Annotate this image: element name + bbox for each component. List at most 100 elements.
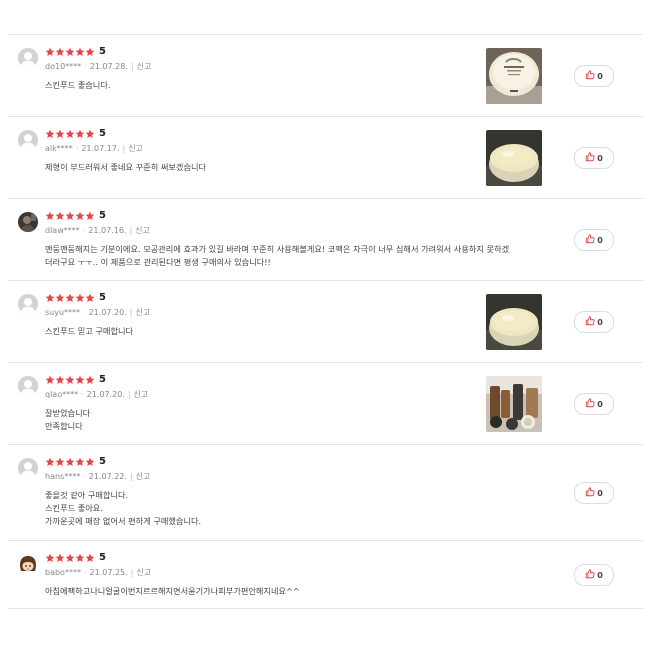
rating-score: 5 bbox=[99, 456, 106, 467]
divider: · bbox=[84, 62, 87, 71]
review-photo[interactable] bbox=[486, 130, 542, 186]
star-icon bbox=[75, 211, 85, 221]
review-text: 아침에팩하고나니얼굴이번지르르해지면서윤기가나피부가편안해지네요^^ bbox=[45, 585, 545, 598]
star-rating: 5 bbox=[45, 374, 148, 386]
review-photo[interactable] bbox=[486, 48, 542, 104]
star-icon bbox=[55, 457, 65, 467]
star-rating: 5 bbox=[45, 456, 150, 468]
reviewer-id: qlao**** bbox=[45, 390, 79, 399]
review-date: 21.07.28. bbox=[89, 62, 128, 71]
review-text-line: 스킨푸드 믿고 구매합니다 bbox=[45, 326, 134, 336]
reviewer-id: alk**** bbox=[45, 144, 73, 153]
rating-score: 5 bbox=[99, 374, 106, 385]
review-meta: 5 hans**** · 21.07.22. | 신고 bbox=[45, 456, 150, 482]
like-count: 0 bbox=[597, 488, 603, 498]
report-link[interactable]: 신고 bbox=[128, 144, 143, 153]
star-icon bbox=[45, 129, 55, 139]
star-icon bbox=[65, 47, 75, 57]
thumbs-up-icon bbox=[585, 487, 597, 499]
report-link[interactable]: 신고 bbox=[136, 472, 151, 481]
star-icon bbox=[65, 375, 75, 385]
report-link[interactable]: 신고 bbox=[137, 62, 152, 71]
star-rating: 5 bbox=[45, 128, 143, 140]
divider: | bbox=[129, 226, 133, 235]
review-date: 21.07.25. bbox=[89, 568, 128, 577]
star-icon bbox=[85, 293, 95, 303]
divider: · bbox=[83, 568, 87, 577]
rating-score: 5 bbox=[99, 128, 106, 139]
star-icon bbox=[75, 47, 85, 57]
star-icon bbox=[65, 211, 75, 221]
star-icon bbox=[55, 211, 65, 221]
star-icon bbox=[45, 47, 55, 57]
reviewer-id: do10**** bbox=[45, 62, 82, 71]
star-icon bbox=[85, 129, 95, 139]
review-date: 21.07.20. bbox=[88, 308, 127, 317]
like-count: 0 bbox=[597, 570, 603, 580]
review-userline: qlao**** · 21.07.20. | 신고 bbox=[45, 389, 148, 400]
review-userline: babo**** · 21.07.25. | 신고 bbox=[45, 567, 151, 578]
star-rating: 5 bbox=[45, 292, 150, 304]
review-userline: alk**** · 21.07.17. | 신고 bbox=[45, 143, 143, 154]
report-link[interactable]: 신고 bbox=[135, 226, 150, 235]
star-icon bbox=[45, 375, 55, 385]
rating-score: 5 bbox=[99, 552, 106, 563]
review-text: 스킨푸드 믿고 구매합니다 bbox=[45, 325, 545, 338]
review-text: 제형이 부드러워서 좋네요 꾸준히 써보겠습니다 bbox=[45, 161, 545, 174]
rating-score: 5 bbox=[99, 210, 106, 221]
divider: | bbox=[129, 472, 133, 481]
like-button[interactable]: 0 bbox=[574, 564, 614, 586]
star-rating: 5 bbox=[45, 46, 151, 58]
rating-score: 5 bbox=[99, 292, 106, 303]
like-button[interactable]: 0 bbox=[574, 229, 614, 251]
review-item: 5 babo**** · 21.07.25. | 신고 아침에팩하고나니얼굴이번지르르해… bbox=[8, 541, 643, 609]
review-date: 21.07.17. bbox=[81, 144, 120, 153]
thumbs-up-icon bbox=[585, 70, 597, 82]
review-meta: 5 dlaw**** · 21.07.16. | 신고 bbox=[45, 210, 150, 236]
review-text-line: 잘받았습니다 bbox=[45, 408, 91, 418]
review-item: 5 qlao**** · 21.07.20. | 신고 잘받았습니다만족합니다 0 bbox=[8, 363, 643, 445]
review-text-line: 가까운곳에 매장 없어서 편하게 구매했습니다. bbox=[45, 516, 202, 526]
like-button[interactable]: 0 bbox=[574, 311, 614, 333]
divider: · bbox=[82, 226, 86, 235]
thumbs-up-icon bbox=[585, 234, 597, 246]
review-text: 잘받았습니다만족합니다 bbox=[45, 407, 545, 433]
thumbs-up-icon bbox=[585, 569, 597, 581]
like-button[interactable]: 0 bbox=[574, 393, 614, 415]
star-icon bbox=[75, 457, 85, 467]
report-link[interactable]: 신고 bbox=[136, 568, 151, 577]
star-icon bbox=[55, 129, 65, 139]
thumbs-up-icon bbox=[585, 398, 597, 410]
review-photo[interactable] bbox=[486, 294, 542, 350]
review-photo[interactable] bbox=[486, 376, 542, 432]
star-icon bbox=[55, 375, 65, 385]
star-icon bbox=[65, 553, 75, 563]
star-icon bbox=[65, 457, 75, 467]
review-userline: dlaw**** · 21.07.16. | 신고 bbox=[45, 225, 150, 236]
like-count: 0 bbox=[597, 235, 603, 245]
divider: | bbox=[130, 62, 134, 71]
thumbs-up-icon bbox=[585, 152, 597, 164]
reviewer-id: suyu**** bbox=[45, 308, 81, 317]
like-count: 0 bbox=[597, 153, 603, 163]
review-text-line: 스킨푸드 좋아요. bbox=[45, 503, 103, 513]
star-icon bbox=[75, 375, 85, 385]
reviewer-id: hans**** bbox=[45, 472, 81, 481]
star-icon bbox=[85, 375, 95, 385]
user-avatar bbox=[18, 554, 38, 574]
like-count: 0 bbox=[597, 317, 603, 327]
user-avatar bbox=[18, 294, 38, 314]
report-link[interactable]: 신고 bbox=[135, 308, 150, 317]
report-link[interactable]: 신고 bbox=[134, 390, 149, 399]
review-text-line: 만족합니다 bbox=[45, 421, 83, 431]
user-avatar bbox=[18, 458, 38, 478]
divider: · bbox=[81, 390, 84, 399]
like-button[interactable]: 0 bbox=[574, 147, 614, 169]
star-icon bbox=[85, 211, 95, 221]
star-rating: 5 bbox=[45, 210, 150, 222]
like-button[interactable]: 0 bbox=[574, 65, 614, 87]
like-button[interactable]: 0 bbox=[574, 482, 614, 504]
reviewer-id: babo**** bbox=[45, 568, 81, 577]
like-count: 0 bbox=[597, 399, 603, 409]
review-userline: hans**** · 21.07.22. | 신고 bbox=[45, 471, 150, 482]
